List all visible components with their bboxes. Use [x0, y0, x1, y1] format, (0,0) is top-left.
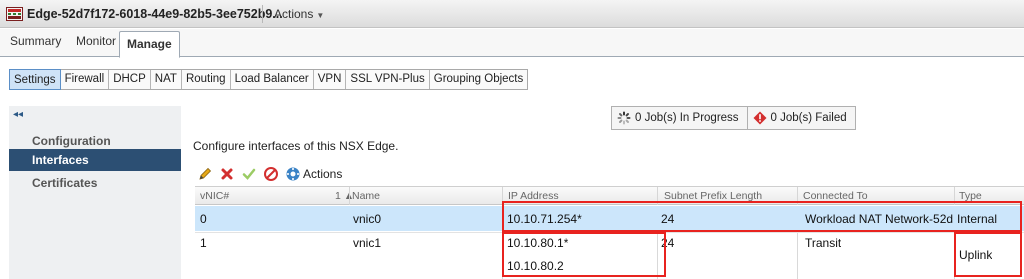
cell-type: Uplink [959, 248, 993, 262]
sub-tabs: Settings Firewall DHCP NAT Routing Load … [9, 69, 529, 90]
table-row[interactable]: 0 vnic0 10.10.71.254* 24 Workload NAT Ne… [195, 206, 1024, 231]
page-description: Configure interfaces of this NSX Edge. [193, 139, 399, 153]
subtab-ssl-vpn-plus[interactable]: SSL VPN-Plus [346, 70, 430, 89]
gear-icon [286, 167, 300, 181]
cell-prefix-length: 24 [661, 212, 675, 226]
interfaces-toolbar: Actions [197, 164, 342, 184]
column-divider [349, 187, 350, 205]
actions-label: Actions [303, 167, 343, 181]
cell-vnic: 1 [200, 236, 207, 250]
column-header-subnet-prefix-length[interactable]: Subnet Prefix Length [664, 190, 762, 202]
subtab-grouping-objects[interactable]: Grouping Objects [430, 70, 528, 89]
column-divider [797, 187, 798, 205]
cell-ip-address: 10.10.71.254* [507, 212, 582, 226]
column-header-ip-address[interactable]: IP Address [508, 190, 559, 202]
column-header-name[interactable]: Name [352, 190, 380, 202]
column-divider [954, 233, 955, 279]
actions-dropdown-button[interactable]: Actions [285, 166, 342, 182]
spinner-icon [617, 111, 631, 125]
subtab-routing[interactable]: Routing [182, 70, 231, 89]
error-diamond-icon [753, 111, 767, 125]
cell-vnic: 0 [200, 212, 207, 226]
column-header-type[interactable]: Type [959, 190, 982, 202]
column-divider [657, 233, 658, 279]
disable-icon[interactable] [263, 166, 279, 182]
jobs-status: 0 Job(s) In Progress 0 Job(s) Failed [611, 106, 856, 130]
cell-ip-address-secondary: 10.10.80.2 [507, 259, 564, 273]
column-header-vnic[interactable]: vNIC# [200, 190, 229, 202]
main-tabs: Summary Monitor Manage [0, 29, 1024, 58]
check-icon[interactable] [241, 166, 257, 182]
object-title: Edge-52d7f172-6018-44e9-82b5-3ee752b9... [27, 7, 283, 21]
actions-menu-button[interactable]: Actions ▼ [274, 7, 324, 21]
title-divider [262, 5, 263, 23]
nav-item-interfaces[interactable]: Interfaces [9, 149, 181, 171]
pencil-icon[interactable] [197, 166, 213, 182]
double-chevron-left-icon[interactable]: ◂◂ [13, 109, 23, 120]
column-divider [797, 233, 798, 279]
subtab-vpn[interactable]: VPN [314, 70, 347, 89]
column-divider [657, 187, 658, 205]
chevron-down-icon: ▼ [316, 11, 325, 20]
subtab-settings[interactable]: Settings [9, 69, 61, 90]
jobs-in-progress-label: 0 Job(s) In Progress [635, 112, 739, 124]
column-divider [954, 187, 955, 205]
subtab-dhcp[interactable]: DHCP [109, 70, 151, 89]
edge-gateway-icon [6, 7, 23, 21]
subtab-load-balancer[interactable]: Load Balancer [231, 70, 314, 89]
cell-name: vnic1 [353, 236, 382, 250]
table-row[interactable]: 1 vnic1 10.10.80.1* 10.10.80.2 24 Transi… [195, 232, 1024, 279]
cell-type: Internal [957, 212, 998, 226]
nav-item-certificates[interactable]: Certificates [9, 172, 181, 194]
interfaces-grid: vNIC# 1 ▲ Name IP Address Subnet Prefix … [195, 186, 1024, 279]
jobs-in-progress-button[interactable]: 0 Job(s) In Progress [612, 107, 747, 129]
jobs-failed-label: 0 Job(s) Failed [770, 112, 847, 124]
tab-manage[interactable]: Manage [119, 31, 180, 58]
title-bar: Edge-52d7f172-6018-44e9-82b5-3ee752b9...… [0, 0, 1024, 28]
tab-summary[interactable]: Summary [10, 34, 61, 48]
column-divider [502, 187, 503, 205]
tab-monitor[interactable]: Monitor [76, 34, 116, 48]
jobs-failed-button[interactable]: 0 Job(s) Failed [746, 107, 855, 129]
actions-menu-label: Actions [274, 7, 314, 21]
cell-prefix-length: 24 [661, 236, 675, 250]
cell-ip-address: 10.10.80.1* [507, 236, 569, 250]
subtab-firewall[interactable]: Firewall [61, 70, 110, 89]
cell-connected-to: Workload NAT Network-52d7f [805, 212, 953, 226]
delete-x-icon[interactable] [219, 166, 235, 182]
column-header-connected-to[interactable]: Connected To [803, 190, 868, 202]
grid-header: vNIC# 1 ▲ Name IP Address Subnet Prefix … [195, 186, 1024, 205]
cell-connected-to: Transit [805, 236, 842, 250]
cell-name: vnic0 [353, 212, 382, 226]
settings-nav: ◂◂ Configuration Interfaces Certificates [9, 106, 181, 279]
column-divider [502, 233, 503, 279]
subtab-nat[interactable]: NAT [151, 70, 182, 89]
